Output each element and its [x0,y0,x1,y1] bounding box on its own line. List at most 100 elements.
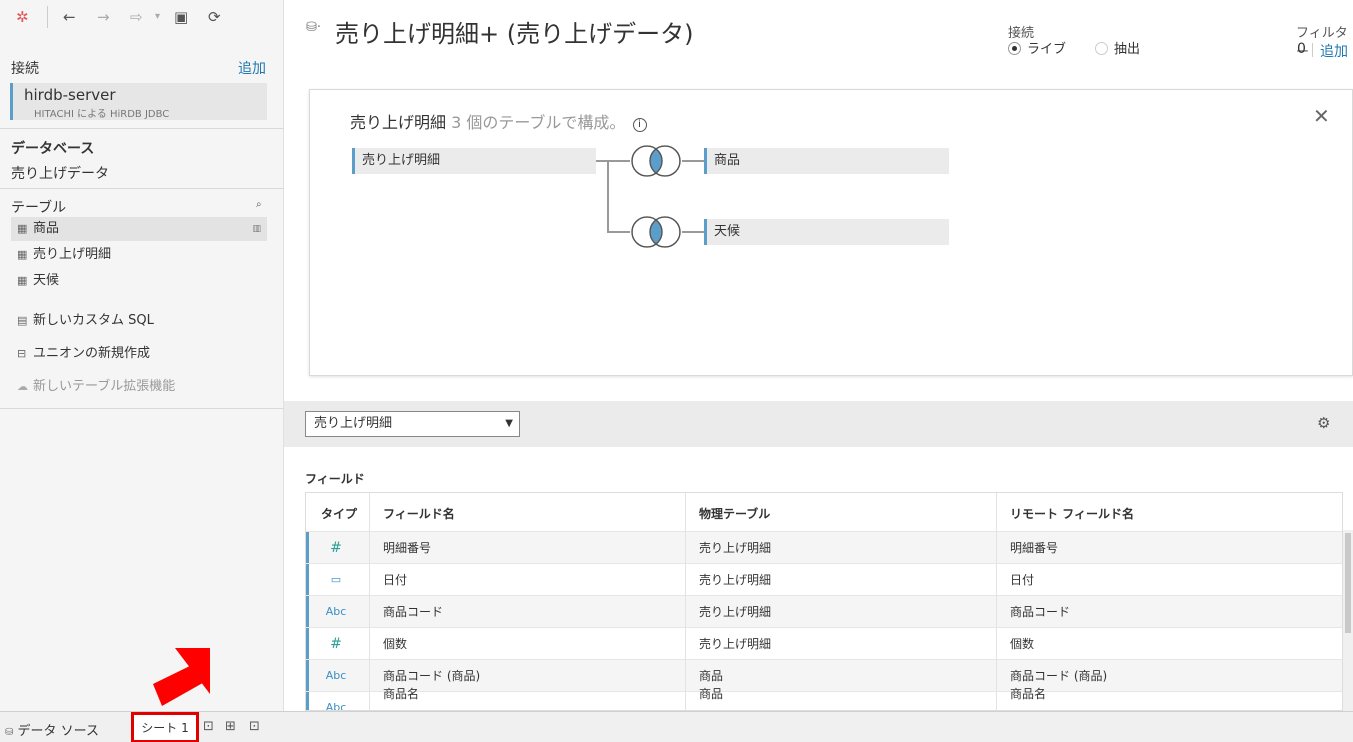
extract-radio[interactable]: 抽出 [1095,42,1140,58]
refresh-icon[interactable]: ⟳ [208,8,221,26]
join-line [607,231,630,233]
scrollbar-thumb[interactable] [1345,533,1351,633]
column-header[interactable]: 物理テーブル [699,493,770,531]
join-line [682,231,706,233]
physical-table: 商品 [699,687,724,701]
toolbar-divider [47,6,48,28]
divider [0,188,284,189]
physical-table: 売り上げ明細 [699,605,772,619]
left-pane: ✲ ← → ⇨ ▾ ▣ ⟳ 接続 追加 hirdb-server HITACHI… [0,0,284,711]
fields-table: タイプ フィールド名 物理テーブル リモート フィールド名 # 明細番号 売り上… [305,492,1343,711]
table-row[interactable]: Abc 商品コード (商品) 商品 商品コード (商品) [306,659,1342,692]
connection-driver: HITACHI による HiRDB JDBC [34,109,170,120]
number-type-icon[interactable]: # [306,532,366,564]
join-canvas: 売り上げ明細 3 個のテーブルで構成。 i ✕ 売り上げ明細 商品 天候 [309,89,1353,376]
radio-unselected-icon [1095,42,1108,55]
toolbar: ✲ ← → ⇨ ▾ ▣ ⟳ [0,0,284,34]
action-label: ユニオンの新規作成 [33,346,151,361]
datasource-title[interactable]: 売り上げ明細+ (売り上げデータ) [335,14,693,49]
string-type-icon[interactable]: Abc [306,692,366,710]
data-source-tab[interactable]: ⛁ データ ソース [5,720,99,739]
close-icon[interactable]: ✕ [1313,104,1330,128]
remote-field-name: 個数 [1010,637,1035,651]
sidebar-table-item[interactable]: ▦ 天候 [11,269,267,293]
add-filter-link[interactable]: 追加 [1320,41,1348,61]
table-row[interactable]: Abc 商品名 商品 商品名 [306,687,1342,710]
string-type-icon[interactable]: Abc [306,596,366,628]
undo-icon[interactable]: ← [63,8,76,26]
connection-item[interactable]: hirdb-server HITACHI による HiRDB JDBC [10,83,267,120]
join-line [596,160,630,162]
field-name: 商品コード [383,605,444,619]
annotation-arrow [153,648,210,706]
sheet-tab-bar: ⛁ データ ソース シート 1 ⊡ ⊞ ⊡ [0,711,1353,742]
table-name: 商品 [33,221,60,236]
table-icon: ▦ [17,248,28,261]
new-union[interactable]: ⊟ ユニオンの新規作成 [17,345,150,363]
inner-join-icon[interactable] [629,216,684,248]
field-name: 明細番号 [383,541,432,555]
radio-label: ライブ [1027,42,1067,57]
new-table-extension[interactable]: ☁ 新しいテーブル拡張機能 [17,378,175,396]
table-row[interactable]: # 明細番号 売り上げ明細 明細番号 [306,531,1342,564]
chevron-down-icon: ▼ [505,418,513,429]
new-dashboard-icon[interactable]: ⊞ [225,719,236,734]
remote-field-name: 商品コード [1010,605,1071,619]
column-divider [996,493,997,710]
database-selector[interactable]: 売り上げデータ [11,163,109,183]
table-select[interactable]: 売り上げ明細 ▼ [305,411,520,437]
divider [0,408,284,409]
field-name: 個数 [383,637,408,651]
column-divider [685,493,686,710]
sidebar-table-item[interactable]: ▦ 商品 ▥ [11,217,267,241]
tab-label: データ ソース [17,724,100,739]
inner-join-icon[interactable] [629,145,684,177]
string-type-icon[interactable]: Abc [306,660,366,692]
table-row[interactable]: Abc 商品コード 売り上げ明細 商品コード [306,595,1342,628]
action-label: 新しいテーブル拡張機能 [33,379,176,394]
new-custom-sql[interactable]: ▤ 新しいカスタム SQL [17,312,154,330]
remote-field-name: 商品名 [1010,687,1047,701]
add-connection-link[interactable]: 追加 [238,58,266,78]
table-name: 売り上げ明細 [33,247,112,262]
divider [1312,43,1313,57]
connection-name: hirdb-server [24,86,116,104]
field-name: 商品名 [383,687,420,701]
date-type-icon[interactable]: ▭ [306,564,366,596]
search-icon[interactable]: ⌕ [256,199,262,210]
column-header[interactable]: リモート フィールド名 [1010,493,1134,531]
connections-heading: 接続 [11,61,39,77]
canvas-title: 売り上げ明細 3 個のテーブルで構成。 i [350,109,647,133]
column-header[interactable]: タイプ [321,493,357,531]
table-icon: ▦ [17,222,28,235]
physical-table: 売り上げ明細 [699,637,772,651]
view-data-icon[interactable]: ▥ [252,217,261,241]
sheet-tab[interactable]: シート 1 [131,712,199,742]
root-table[interactable]: 売り上げ明細 [352,148,596,174]
joined-table[interactable]: 天候 [704,219,949,245]
gear-icon[interactable]: ⚙ [1317,414,1330,432]
selected-table: 売り上げ明細 [314,416,393,431]
live-radio[interactable]: ライブ [1008,42,1066,58]
datasource-icon: ⛁ [5,727,14,738]
joined-table[interactable]: 商品 [704,148,949,174]
column-header[interactable]: フィールド名 [383,493,455,531]
dropdown-chevron-icon[interactable]: ▾ [155,8,160,26]
divider [0,128,284,129]
tableau-logo-icon[interactable]: ✲ [16,8,29,26]
sidebar-table-item[interactable]: ▦ 売り上げ明細 [11,243,267,267]
datasource-icon: ⛁· [306,20,322,35]
action-label: 新しいカスタム SQL [33,313,154,328]
new-story-icon[interactable]: ⊡ [249,719,260,734]
table-row[interactable]: ▭ 日付 売り上げ明細 日付 [306,563,1342,596]
join-line [682,160,706,162]
redo-icon[interactable]: → [97,8,110,26]
new-worksheet-icon[interactable]: ⊡ [203,719,214,734]
fields-heading: フィールド [305,472,365,486]
metadata-bar: 売り上げ明細 ▼ ⚙ [284,401,1353,447]
info-icon[interactable]: i [632,118,647,132]
save-icon[interactable]: ▣ [174,8,188,26]
replace-datasource-icon[interactable]: ⇨ [130,8,143,26]
table-row[interactable]: # 個数 売り上げ明細 個数 [306,627,1342,660]
number-type-icon[interactable]: # [306,628,366,660]
